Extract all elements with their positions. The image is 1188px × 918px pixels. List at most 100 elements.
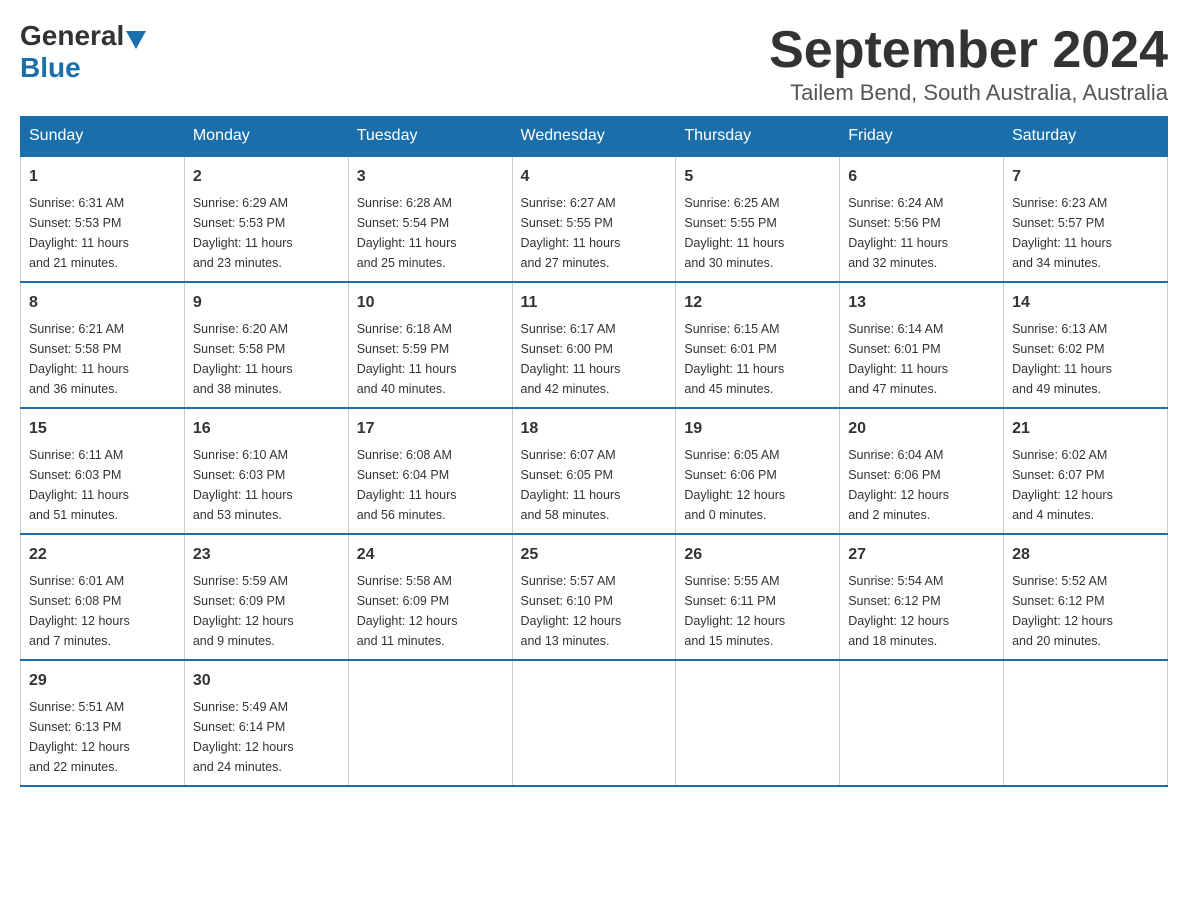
calendar-day-23: 23 Sunrise: 5:59 AM Sunset: 6:09 PM Dayli… [184,534,348,660]
calendar-day-9: 9Sunrise: 6:20 AM Sunset: 5:58 PM Daylig… [184,282,348,408]
calendar-day-24: 24 Sunrise: 5:58 AM Sunset: 6:09 PM Dayli… [348,534,512,660]
calendar-week-row: 8Sunrise: 6:21 AM Sunset: 5:58 PM Daylig… [21,282,1168,408]
day-number: 15 [29,417,176,441]
day-of-week-tuesday: Tuesday [348,117,512,157]
calendar-week-row: 1 Sunrise: 6:31 AM Sunset: 5:53 PM Daylig… [21,156,1168,282]
day-number: 17 [357,417,504,441]
day-sun-info: Sunrise: 5:59 AM Sunset: 6:09 PM Dayligh… [193,574,294,648]
day-sun-info: Sunrise: 6:31 AM Sunset: 5:53 PM Dayligh… [29,196,129,270]
calendar-day-13: 13Sunrise: 6:14 AM Sunset: 6:01 PM Dayli… [840,282,1004,408]
day-number: 5 [684,165,831,189]
day-of-week-saturday: Saturday [1004,117,1168,157]
day-number: 26 [684,543,831,567]
day-sun-info: Sunrise: 6:10 AM Sunset: 6:03 PM Dayligh… [193,448,293,522]
calendar-day-26: 26 Sunrise: 5:55 AM Sunset: 6:11 PM Dayli… [676,534,840,660]
day-of-week-thursday: Thursday [676,117,840,157]
calendar-day-7: 7 Sunrise: 6:23 AM Sunset: 5:57 PM Daylig… [1004,156,1168,282]
calendar-day-22: 22Sunrise: 6:01 AM Sunset: 6:08 PM Dayli… [21,534,185,660]
day-sun-info: Sunrise: 6:15 AM Sunset: 6:01 PM Dayligh… [684,322,784,396]
day-sun-info: Sunrise: 6:04 AM Sunset: 6:06 PM Dayligh… [848,448,949,522]
day-sun-info: Sunrise: 6:21 AM Sunset: 5:58 PM Dayligh… [29,322,129,396]
day-sun-info: Sunrise: 6:08 AM Sunset: 6:04 PM Dayligh… [357,448,457,522]
day-sun-info: Sunrise: 6:05 AM Sunset: 6:06 PM Dayligh… [684,448,785,522]
calendar-day-30: 30 Sunrise: 5:49 AM Sunset: 6:14 PM Dayli… [184,660,348,786]
day-number: 25 [521,543,668,567]
calendar-day-25: 25 Sunrise: 5:57 AM Sunset: 6:10 PM Dayli… [512,534,676,660]
calendar-day-empty [512,660,676,786]
calendar-day-2: 2 Sunrise: 6:29 AM Sunset: 5:53 PM Daylig… [184,156,348,282]
calendar-day-14: 14Sunrise: 6:13 AM Sunset: 6:02 PM Dayli… [1004,282,1168,408]
day-number: 14 [1012,291,1159,315]
calendar-day-11: 11Sunrise: 6:17 AM Sunset: 6:00 PM Dayli… [512,282,676,408]
location-subtitle: Tailem Bend, South Australia, Australia [769,80,1168,106]
day-of-week-monday: Monday [184,117,348,157]
calendar-day-28: 28 Sunrise: 5:52 AM Sunset: 6:12 PM Dayli… [1004,534,1168,660]
calendar-day-16: 16 Sunrise: 6:10 AM Sunset: 6:03 PM Dayli… [184,408,348,534]
calendar-table: SundayMondayTuesdayWednesdayThursdayFrid… [20,116,1168,787]
calendar-day-1: 1 Sunrise: 6:31 AM Sunset: 5:53 PM Daylig… [21,156,185,282]
day-number: 28 [1012,543,1159,567]
day-number: 19 [684,417,831,441]
day-number: 11 [521,291,668,315]
day-number: 16 [193,417,340,441]
day-sun-info: Sunrise: 6:23 AM Sunset: 5:57 PM Dayligh… [1012,196,1112,270]
calendar-day-15: 15 Sunrise: 6:11 AM Sunset: 6:03 PM Dayli… [21,408,185,534]
logo-blue-text: Blue [20,52,81,84]
day-number: 27 [848,543,995,567]
day-sun-info: Sunrise: 6:02 AM Sunset: 6:07 PM Dayligh… [1012,448,1113,522]
calendar-day-4: 4Sunrise: 6:27 AM Sunset: 5:55 PM Daylig… [512,156,676,282]
day-sun-info: Sunrise: 6:20 AM Sunset: 5:58 PM Dayligh… [193,322,293,396]
day-number: 7 [1012,165,1159,189]
day-number: 24 [357,543,504,567]
calendar-day-29: 29 Sunrise: 5:51 AM Sunset: 6:13 PM Dayli… [21,660,185,786]
day-sun-info: Sunrise: 6:11 AM Sunset: 6:03 PM Dayligh… [29,448,129,522]
calendar-day-5: 5 Sunrise: 6:25 AM Sunset: 5:55 PM Daylig… [676,156,840,282]
day-sun-info: Sunrise: 5:54 AM Sunset: 6:12 PM Dayligh… [848,574,949,648]
day-number: 18 [521,417,668,441]
calendar-day-empty [348,660,512,786]
calendar-day-6: 6Sunrise: 6:24 AM Sunset: 5:56 PM Daylig… [840,156,1004,282]
day-of-week-friday: Friday [840,117,1004,157]
day-number: 20 [848,417,995,441]
calendar-day-18: 18 Sunrise: 6:07 AM Sunset: 6:05 PM Dayli… [512,408,676,534]
calendar-day-21: 21 Sunrise: 6:02 AM Sunset: 6:07 PM Dayli… [1004,408,1168,534]
day-number: 1 [29,165,176,189]
calendar-day-19: 19 Sunrise: 6:05 AM Sunset: 6:06 PM Dayli… [676,408,840,534]
month-title: September 2024 [769,20,1168,80]
day-number: 23 [193,543,340,567]
day-sun-info: Sunrise: 5:49 AM Sunset: 6:14 PM Dayligh… [193,700,294,774]
day-of-week-wednesday: Wednesday [512,117,676,157]
day-number: 21 [1012,417,1159,441]
calendar-day-3: 3 Sunrise: 6:28 AM Sunset: 5:54 PM Daylig… [348,156,512,282]
logo-general-text: General [20,20,124,52]
calendar-day-8: 8Sunrise: 6:21 AM Sunset: 5:58 PM Daylig… [21,282,185,408]
calendar-week-row: 15 Sunrise: 6:11 AM Sunset: 6:03 PM Dayli… [21,408,1168,534]
logo-triangle-icon [126,31,146,49]
day-sun-info: Sunrise: 5:51 AM Sunset: 6:13 PM Dayligh… [29,700,130,774]
calendar-header-row: SundayMondayTuesdayWednesdayThursdayFrid… [21,117,1168,157]
day-sun-info: Sunrise: 5:55 AM Sunset: 6:11 PM Dayligh… [684,574,785,648]
day-sun-info: Sunrise: 6:25 AM Sunset: 5:55 PM Dayligh… [684,196,784,270]
day-number: 3 [357,165,504,189]
day-sun-info: Sunrise: 6:29 AM Sunset: 5:53 PM Dayligh… [193,196,293,270]
day-sun-info: Sunrise: 5:57 AM Sunset: 6:10 PM Dayligh… [521,574,622,648]
calendar-day-empty [840,660,1004,786]
calendar-day-20: 20 Sunrise: 6:04 AM Sunset: 6:06 PM Dayli… [840,408,1004,534]
day-number: 30 [193,669,340,693]
calendar-day-empty [676,660,840,786]
day-number: 2 [193,165,340,189]
logo: General Blue [20,20,148,84]
day-number: 6 [848,165,995,189]
day-number: 22 [29,543,176,567]
page-header: General Blue September 2024 Tailem Bend,… [20,20,1168,106]
day-sun-info: Sunrise: 5:52 AM Sunset: 6:12 PM Dayligh… [1012,574,1113,648]
day-number: 10 [357,291,504,315]
calendar-day-27: 27 Sunrise: 5:54 AM Sunset: 6:12 PM Dayli… [840,534,1004,660]
day-sun-info: Sunrise: 6:18 AM Sunset: 5:59 PM Dayligh… [357,322,457,396]
day-sun-info: Sunrise: 6:14 AM Sunset: 6:01 PM Dayligh… [848,322,948,396]
title-section: September 2024 Tailem Bend, South Austra… [769,20,1168,106]
day-sun-info: Sunrise: 5:58 AM Sunset: 6:09 PM Dayligh… [357,574,458,648]
day-number: 29 [29,669,176,693]
day-sun-info: Sunrise: 6:28 AM Sunset: 5:54 PM Dayligh… [357,196,457,270]
day-sun-info: Sunrise: 6:07 AM Sunset: 6:05 PM Dayligh… [521,448,621,522]
